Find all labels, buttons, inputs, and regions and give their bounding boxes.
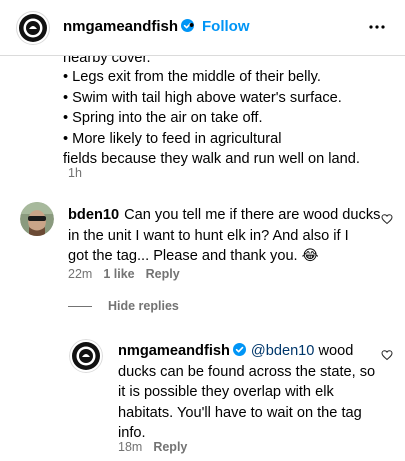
reply-line: habitats. You'll have to wait on the tag (118, 404, 362, 421)
comment-like-count[interactable]: 1 like (103, 267, 134, 281)
reply-body: nmgameandfish @bden10 wood ducks can be f… (118, 341, 383, 444)
comment-line: Can you tell me if there are wood ducks (124, 207, 381, 223)
comment-timestamp[interactable]: 22m (68, 267, 92, 281)
like-heart-icon[interactable] (381, 349, 393, 361)
comment-line: in the unit I want to hunt elk in? And a… (68, 227, 349, 244)
caption-line: fields because they walk and run well on… (63, 151, 360, 167)
caption-line: • More likely to feed in agricultural (63, 130, 282, 147)
more-options-icon[interactable] (367, 17, 387, 37)
bden10-avatar[interactable] (20, 202, 54, 236)
reply-line: ducks can be found across the state, so (118, 363, 376, 380)
reply-reply-button[interactable]: Reply (153, 440, 187, 454)
caption-line: • Swim with tail high above water's surf… (63, 89, 342, 106)
reply-line: wood (314, 343, 354, 359)
comment-username[interactable]: bden10 (68, 207, 119, 223)
comment-line: got the tag... Please and thank you. 😂 (68, 248, 319, 264)
post-author-username[interactable]: nmgameandfish (63, 18, 195, 35)
verified-badge-icon (232, 343, 246, 356)
separator-dot: • (189, 17, 195, 34)
person-avatar-icon (20, 202, 54, 236)
reply-username[interactable]: nmgameandfish (118, 343, 230, 359)
post-header: nmgameandfish • Follow (0, 0, 405, 56)
reply-line: it is possible they overlap with elk (118, 384, 334, 400)
comment-meta: 22m 1 like Reply (68, 267, 191, 281)
username-text[interactable]: nmgameandfish (63, 18, 178, 35)
caption-line: • Legs exit from the middle of their bel… (63, 69, 321, 85)
caption-timestamp[interactable]: 1h (68, 166, 82, 180)
like-heart-icon[interactable] (381, 213, 393, 225)
caption-lines: • Legs exit from the middle of their bel… (63, 67, 360, 170)
caption-line: • Spring into the air on take off. (63, 110, 263, 126)
follow-button[interactable]: Follow (202, 18, 250, 35)
divider-line (68, 306, 92, 308)
nmgameandfish-reply-avatar[interactable] (69, 339, 103, 373)
hide-replies-label[interactable]: Hide replies (108, 299, 179, 313)
reply-mention-link[interactable]: @bden10 (251, 343, 315, 359)
comment-body: bden10 Can you tell me if there are wood … (68, 205, 383, 267)
reply-timestamp[interactable]: 18m (118, 440, 142, 454)
nmgameandfish-avatar[interactable] (16, 11, 50, 45)
reply-meta: 18m Reply (118, 440, 198, 454)
comment-reply-button[interactable]: Reply (146, 267, 180, 281)
hide-replies-button[interactable]: Hide replies (68, 299, 179, 313)
